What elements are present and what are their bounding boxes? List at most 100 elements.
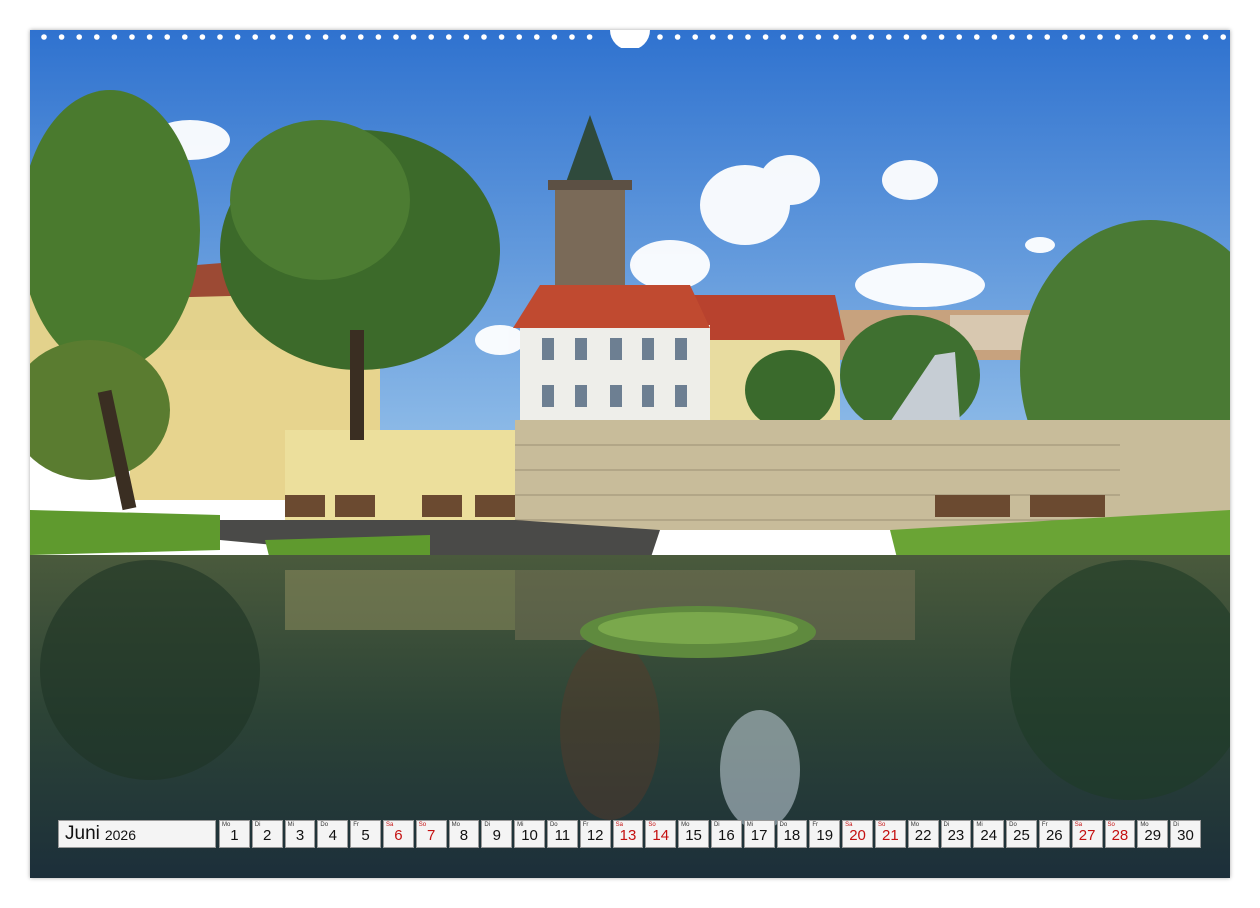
binding-hole bbox=[710, 34, 716, 40]
binding-hole bbox=[798, 34, 804, 40]
binding-hole bbox=[516, 34, 522, 40]
day-number: 8 bbox=[459, 827, 469, 844]
binding-hole bbox=[850, 34, 857, 40]
day-number: 17 bbox=[750, 827, 768, 844]
binding-hole bbox=[446, 34, 452, 40]
binding-hole bbox=[868, 34, 874, 40]
binding-hole bbox=[762, 34, 769, 40]
binding-hole bbox=[146, 34, 153, 40]
month-year: 2026 bbox=[104, 827, 137, 843]
binding-hole bbox=[692, 34, 698, 40]
binding-hole bbox=[938, 34, 945, 40]
day-cell: Di 2 bbox=[251, 820, 283, 848]
day-cell: Fr 5 bbox=[350, 820, 381, 848]
binding-hole bbox=[1062, 34, 1068, 40]
day-number: 19 bbox=[816, 827, 834, 844]
day-cell: Mo 22 bbox=[907, 820, 939, 848]
day-number: 13 bbox=[619, 827, 637, 844]
day-cell: Sa 6 bbox=[382, 820, 414, 848]
day-cell: Fr 12 bbox=[579, 820, 611, 848]
day-cell: Do 25 bbox=[1006, 820, 1037, 848]
day-number: 7 bbox=[427, 827, 436, 844]
month-name: Juni bbox=[65, 823, 100, 844]
landscape-photo bbox=[30, 30, 1230, 878]
day-number: 25 bbox=[1013, 827, 1030, 844]
binding-hole bbox=[780, 34, 786, 40]
binding-hole bbox=[58, 34, 65, 40]
day-cell: Mo 8 bbox=[448, 820, 480, 848]
binding-hole bbox=[270, 34, 276, 40]
photo-scene bbox=[30, 30, 1230, 878]
binding-hole bbox=[745, 34, 751, 40]
day-cell: Sa 20 bbox=[842, 820, 873, 848]
stone-wall bbox=[515, 420, 1230, 530]
binding-hole bbox=[657, 34, 663, 40]
binding-holes bbox=[41, 30, 1226, 48]
binding-hole bbox=[41, 34, 47, 40]
day-cell: Mi 3 bbox=[284, 820, 316, 848]
day-cell: Do 11 bbox=[546, 820, 578, 848]
binding-hole bbox=[234, 34, 241, 40]
binding-hole bbox=[94, 34, 100, 40]
binding-hole bbox=[1185, 34, 1191, 40]
hanger-cutout bbox=[610, 30, 650, 48]
binding-hole bbox=[340, 34, 347, 40]
binding-hole bbox=[727, 34, 734, 40]
binding-hole bbox=[833, 34, 839, 40]
binding-hole bbox=[674, 34, 681, 40]
day-cell: Sa 27 bbox=[1071, 820, 1103, 848]
binding-hole bbox=[111, 34, 118, 40]
day-number: 11 bbox=[554, 827, 571, 844]
day-cell: Do 4 bbox=[317, 820, 349, 848]
day-number: 10 bbox=[521, 827, 538, 844]
day-number: 23 bbox=[947, 827, 965, 844]
binding-hole bbox=[991, 34, 998, 40]
day-cell: Do 18 bbox=[776, 820, 808, 848]
binding-hole bbox=[129, 34, 135, 40]
day-number: 20 bbox=[849, 827, 866, 844]
binding-hole bbox=[393, 34, 399, 40]
day-cell: Mo 29 bbox=[1137, 820, 1169, 848]
day-number: 30 bbox=[1177, 827, 1194, 844]
day-cell: Di 23 bbox=[940, 820, 972, 848]
binding-hole bbox=[1220, 34, 1226, 40]
day-number: 28 bbox=[1111, 827, 1129, 844]
day-number: 16 bbox=[718, 827, 735, 844]
binding-hole bbox=[305, 34, 311, 40]
binding-hole bbox=[322, 34, 329, 40]
month-label: Juni 2026 bbox=[58, 820, 216, 848]
day-number: 14 bbox=[652, 827, 670, 844]
day-cell: Mo 1 bbox=[219, 820, 250, 848]
calendar-page: Juni 2026 Mo 1 Di 2 Mi 3 Do 4 Fr 5 Sa 6 So 7 Mo 8 Di 9 Mi 1… bbox=[0, 0, 1260, 908]
spiral-binding bbox=[30, 30, 1230, 48]
binding-hole bbox=[463, 34, 470, 40]
day-number: 26 bbox=[1045, 827, 1063, 844]
binding-hole bbox=[287, 34, 294, 40]
binding-hole bbox=[551, 34, 558, 40]
day-cell: Mo 15 bbox=[678, 820, 709, 848]
binding-hole bbox=[1114, 34, 1121, 40]
day-number: 6 bbox=[394, 827, 403, 844]
day-row: Mo 1 Di 2 Mi 3 Do 4 Fr 5 Sa 6 So 7 Mo 8 Di 9 Mi 10 Do 11 Fr 12 S… bbox=[219, 820, 1201, 850]
binding-hole bbox=[886, 34, 892, 40]
binding-hole bbox=[428, 34, 435, 40]
binding-hole bbox=[1079, 34, 1086, 40]
binding-hole bbox=[1044, 34, 1050, 40]
day-cell: Di 16 bbox=[710, 820, 742, 848]
day-cell: So 28 bbox=[1104, 820, 1136, 848]
day-number: 21 bbox=[881, 827, 899, 844]
binding-hole bbox=[921, 34, 927, 40]
binding-hole bbox=[375, 34, 382, 40]
binding-hole bbox=[164, 34, 170, 40]
binding-hole bbox=[199, 34, 206, 40]
binding-hole bbox=[410, 34, 417, 40]
binding-hole bbox=[586, 34, 593, 40]
day-cell: Fr 26 bbox=[1038, 820, 1070, 848]
binding-hole bbox=[534, 34, 540, 40]
binding-hole bbox=[815, 34, 822, 40]
binding-hole bbox=[217, 34, 223, 40]
binding-hole bbox=[903, 34, 910, 40]
day-number: 18 bbox=[783, 827, 801, 844]
day-number: 15 bbox=[685, 827, 702, 844]
day-cell: Di 30 bbox=[1170, 820, 1201, 848]
